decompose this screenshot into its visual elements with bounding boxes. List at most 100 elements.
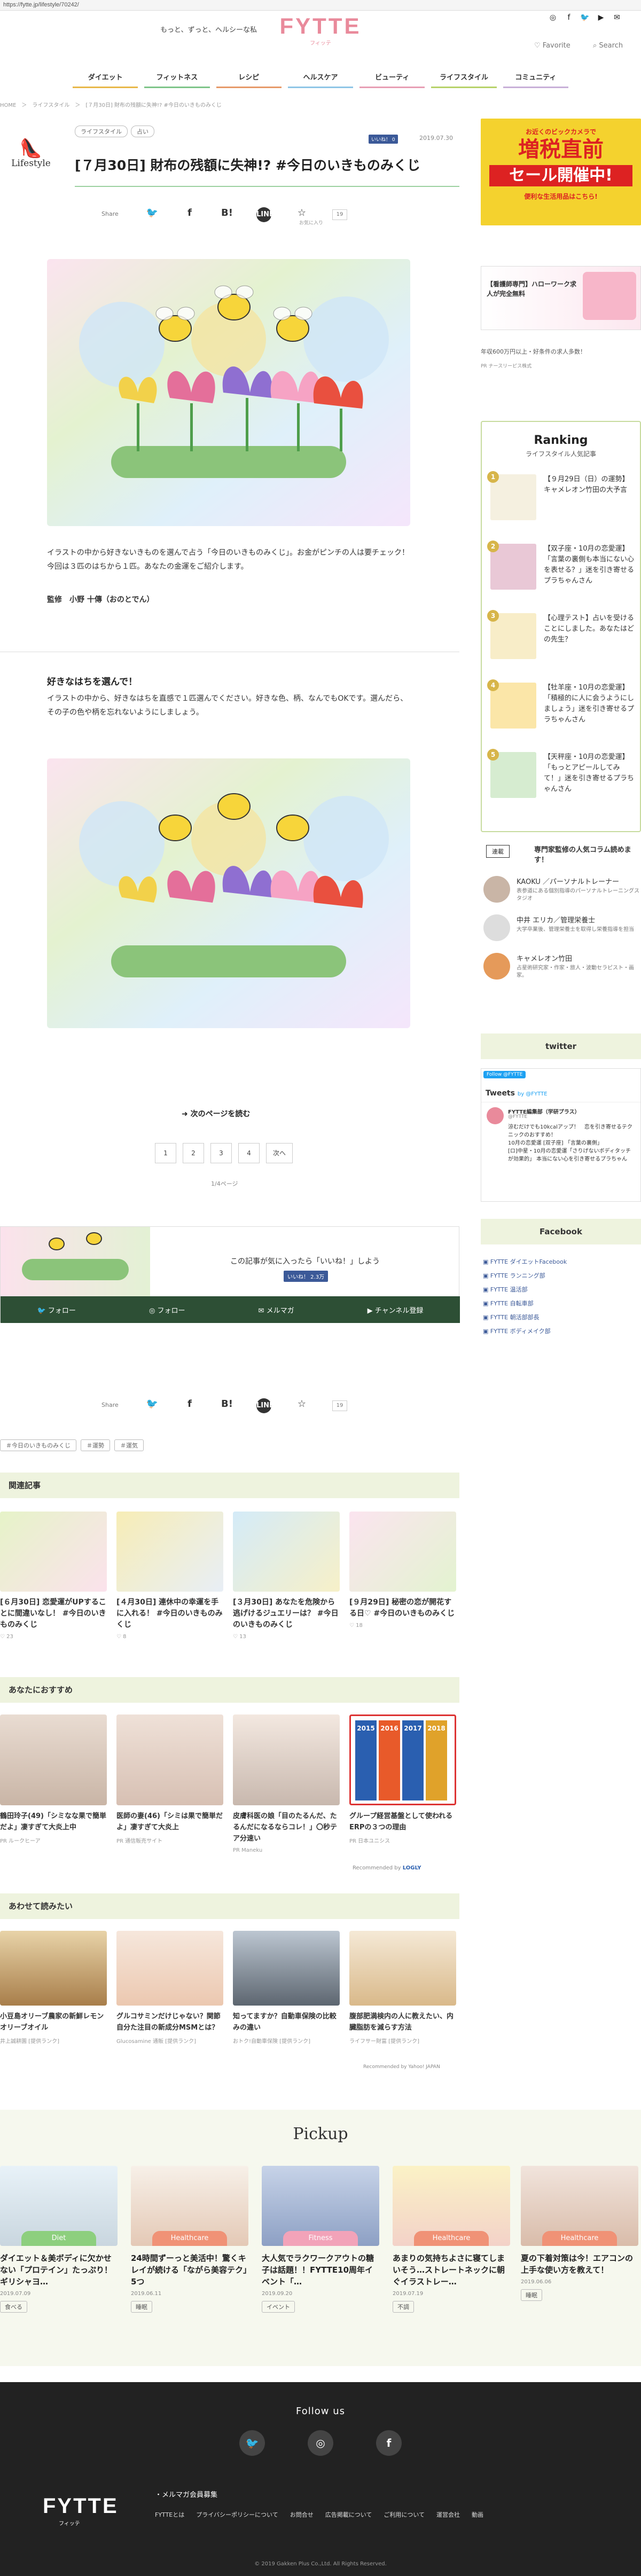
pickup-tag[interactable]: 不調 bbox=[393, 2301, 414, 2313]
youtube-icon[interactable]: ▶ bbox=[596, 13, 606, 22]
twitter-icon[interactable]: 🐦 bbox=[580, 13, 590, 22]
nav-item[interactable]: フィットネス bbox=[141, 71, 213, 88]
nav-item[interactable]: ヘルスケア bbox=[285, 71, 356, 88]
alsoread-card[interactable]: 小豆島オリーブ農家の新鮮レモンオリーブオイル 井上誠耕園 [提供ランク] bbox=[0, 1931, 107, 2045]
favorite-link[interactable]: ♡ Favorite bbox=[534, 42, 570, 50]
nav-item[interactable]: レシピ bbox=[213, 71, 285, 88]
alsoread-source: Glucosamine 通販 [提供ランク] bbox=[116, 2039, 196, 2045]
hatena-share-icon[interactable]: B! bbox=[219, 1398, 235, 1413]
like-prompt-badge[interactable]: いいね！ 2.3万 bbox=[284, 1271, 329, 1282]
page-next[interactable]: 次へ bbox=[266, 1143, 293, 1163]
ranking-item[interactable]: 1 【９月29日（日）の運勢】キャメレオン竹田の大予言 bbox=[487, 471, 635, 533]
recommend-card[interactable]: 鶴田玲子(49)「シミなな果で簡単だよ」凄すぎて大炎上中 PR ルークヒーア bbox=[0, 1714, 107, 1844]
related-card[interactable]: [６月30日] 恋愛運がUPすることに間違いなし！ #今日のいきものみくじ ♡ … bbox=[0, 1512, 107, 1640]
columnist-item[interactable]: KAOKU ／パーソナルトレーナー 表参道にある個別指導のパーソナルトレーニング… bbox=[483, 876, 641, 908]
newsletter-link[interactable]: ・メルマガ会員募集 bbox=[155, 2489, 217, 2499]
ad-banner-nurse[interactable]: 【看護師専門】ハローワーク求人が完全無料 bbox=[481, 266, 641, 330]
ranking-item[interactable]: 4 【牡羊座・10月の恋愛運】「積極的に人に会うようにしましょう」迷を引き寄せるプ… bbox=[487, 679, 635, 741]
recommend-title: 医師の妻(46)「シミは果で簡単だよ」凄すぎて大炎上 bbox=[116, 1812, 223, 1831]
ad-banner-biccamera[interactable]: お近くのビックカメラで 増税直前 セール開催中! 便利な生活用品はこちら! bbox=[481, 119, 641, 225]
nav-item[interactable]: ダイエット bbox=[69, 71, 141, 88]
alsoread-thumb bbox=[233, 1931, 340, 2006]
pickup-card[interactable]: Healthcare 夏の下着対策は今！エアコンの上手な使い方を教えて！ 201… bbox=[521, 2166, 638, 2301]
footer-link[interactable]: お問合せ bbox=[290, 2510, 314, 2519]
pickup-tag[interactable]: 睡眠 bbox=[131, 2301, 152, 2313]
hatena-share-icon[interactable]: B! bbox=[219, 207, 235, 222]
footer-link[interactable]: FYTTEとは bbox=[155, 2510, 184, 2519]
mail-icon[interactable]: ✉ bbox=[612, 13, 622, 22]
twitter-icon[interactable]: 🐦 bbox=[239, 2430, 265, 2456]
nav-item[interactable]: コミュニティ bbox=[500, 71, 572, 88]
columnist-item[interactable]: 中井 エリカ／管理栄養士 大学卒業後、管理栄養士を取得し栄養指導を担当 bbox=[483, 914, 641, 946]
ranking-item[interactable]: 3 【心理テスト】占いを受けることにしました。あなたはどの先生？ bbox=[487, 610, 635, 672]
supervisor-name[interactable]: 小野 十傳（おのとでん） bbox=[69, 596, 154, 604]
facebook-icon[interactable]: f bbox=[564, 13, 574, 22]
yahoo-recommended: Recommended by Yahoo! JAPAN bbox=[363, 2064, 440, 2070]
tag-lifestyle[interactable]: ライフスタイル bbox=[75, 126, 128, 137]
pickup-card[interactable]: Diet ダイエット＆美ボディに欠かせない「プロテイン」たっぷり！ギリシャヨ… … bbox=[0, 2166, 118, 2313]
pickup-card[interactable]: Healthcare 24時間ずーっと美活中！驚くキレイが続ける「ながら美容テク… bbox=[131, 2166, 248, 2313]
pickup-tag[interactable]: 睡眠 bbox=[521, 2289, 542, 2301]
bookmark-icon[interactable]: ☆ bbox=[294, 1398, 310, 1413]
facebook-icon[interactable]: f bbox=[376, 2430, 402, 2456]
line-share-icon[interactable]: LINE bbox=[256, 1398, 274, 1413]
related-card[interactable]: [９月29日] 秘密の恋が開花する日♡ #今日のいきものみくじ ♡ 18 bbox=[349, 1512, 456, 1628]
footer-link[interactable]: 広告掲載について bbox=[325, 2510, 372, 2519]
hashtag-item[interactable]: ＃運気 bbox=[114, 1439, 144, 1451]
twitter-follow-btn[interactable]: Follow @FYTTE bbox=[483, 1071, 526, 1078]
next-page-link[interactable]: ➜ 次のページを読む bbox=[182, 1108, 250, 1119]
alsoread-card[interactable]: 腹部肥満検内の人に教えたい、内臓脂肪を減らす方法 ライフサー財富 [提供ランク] bbox=[349, 1931, 456, 2045]
footer-link[interactable]: 運営会社 bbox=[436, 2510, 460, 2519]
nav-item[interactable]: ライフスタイル bbox=[428, 71, 499, 88]
page-1[interactable]: 1 bbox=[155, 1143, 176, 1163]
facebook-link[interactable]: ▣ FYTTE ランニング部 bbox=[483, 1269, 641, 1283]
pickup-tag[interactable]: イベント bbox=[262, 2301, 295, 2313]
newsletter-button[interactable]: ✉ メルマガ bbox=[259, 1305, 294, 1315]
twitter-follow-button[interactable]: 🐦 フォロー bbox=[37, 1305, 76, 1315]
footer-link[interactable]: プライバシーポリシーについて bbox=[196, 2510, 278, 2519]
footer-link[interactable]: ご利用について bbox=[384, 2510, 425, 2519]
instagram-icon[interactable]: ◎ bbox=[548, 13, 558, 22]
alsoread-card[interactable]: 知ってますか？自動車保険の比較みの違い おトク!自動車保険 [提供ランク] bbox=[233, 1931, 340, 2045]
page-3[interactable]: 3 bbox=[210, 1143, 232, 1163]
page-2[interactable]: 2 bbox=[183, 1143, 204, 1163]
ranking-item[interactable]: 5 【天秤座・10月の恋愛運】「もっとアピールしてみて！」迷を引き寄せるプラちゃん… bbox=[487, 749, 635, 811]
site-logo[interactable]: FYTTE bbox=[278, 14, 363, 38]
youtube-subscribe-button[interactable]: ▶ チャンネル登録 bbox=[368, 1305, 424, 1315]
like-badge[interactable]: いいね！ 0 bbox=[369, 135, 398, 144]
twitter-share-icon[interactable]: 🐦 bbox=[144, 207, 160, 222]
related-card[interactable]: [３月30日] あなたを危険から逃げけるジュエリーは？ #今日のいきものみくじ … bbox=[233, 1512, 340, 1640]
hashtag-item[interactable]: ＃運勢 bbox=[81, 1439, 110, 1451]
nav-item[interactable]: ビューティ bbox=[356, 71, 428, 88]
address-bar[interactable]: https://fytte.jp/lifestyle/70242/ bbox=[0, 0, 641, 11]
facebook-link[interactable]: ▣ FYTTE 朝活部部長 bbox=[483, 1311, 641, 1325]
facebook-link[interactable]: ▣ FYTTE ボディメイク部 bbox=[483, 1325, 641, 1338]
ranking-box: Ranking ライフスタイル人気記事 1 【９月29日（日）の運勢】キャメレオン… bbox=[481, 421, 641, 832]
pickup-card[interactable]: Healthcare あまりの気持ちよさに寝てしまいそう…ストレートネックに朝ぐ… bbox=[393, 2166, 510, 2313]
facebook-link[interactable]: ▣ FYTTE 自転車部 bbox=[483, 1297, 641, 1311]
facebook-link[interactable]: ▣ FYTTE 温活部 bbox=[483, 1283, 641, 1297]
recommend-card[interactable]: 2015 2016 2017 2018 グループ経営基盤として使われるERPの３… bbox=[349, 1714, 456, 1844]
related-card[interactable]: [４月30日] 連休中の幸運を手に入れる！ #今日のいきものみくじ ♡ 8 bbox=[116, 1512, 223, 1640]
instagram-icon[interactable]: ◎ bbox=[308, 2430, 333, 2456]
hashtag-item[interactable]: ＃今日のいきものみくじ bbox=[0, 1439, 76, 1451]
facebook-link[interactable]: ▣ FYTTE ダイエットFacebook bbox=[483, 1255, 641, 1269]
alsoread-card[interactable]: グルコサミンだけじゃない？関節自分た注目の新成分MSMとは？ Glucosami… bbox=[116, 1931, 223, 2045]
line-share-icon[interactable]: LINE bbox=[256, 207, 274, 222]
twitter-share-icon[interactable]: 🐦 bbox=[144, 1398, 160, 1413]
tag-fortune[interactable]: 占い bbox=[131, 126, 154, 137]
facebook-share-icon[interactable]: f bbox=[182, 1398, 198, 1413]
recommend-card[interactable]: 皮膚科医の娘「目のたるんだ、たるんだになるならコレ！」〇秒テア分速い PR Ma… bbox=[233, 1714, 340, 1853]
pickup-tag[interactable]: 食べる bbox=[0, 2301, 27, 2313]
instagram-follow-button[interactable]: ◎ フォロー bbox=[149, 1305, 185, 1315]
search-link[interactable]: ⌕ Search bbox=[593, 42, 623, 50]
columnist-item[interactable]: キャメレオン竹田 占星術研究家・作家・旅人・波動セラピスト・画家。 bbox=[483, 953, 641, 985]
ranking-item[interactable]: 2 【双子座・10月の恋愛運】「言葉の裏側も本当にない心を表せる？」迷を引き寄せる… bbox=[487, 541, 635, 602]
facebook-share-icon[interactable]: f bbox=[182, 207, 198, 222]
recommend-card[interactable]: 医師の妻(46)「シミは果で簡単だよ」凄すぎて大炎上 PR 通信販売サイト bbox=[116, 1714, 223, 1844]
pickup-card[interactable]: Fitness 大人気でラクワークアウトの糖子は話題！！FYTTE10周年イベン… bbox=[262, 2166, 379, 2313]
footer-link[interactable]: 動画 bbox=[472, 2510, 483, 2519]
footer-logo[interactable]: FYTTE bbox=[43, 2494, 119, 2518]
page-4[interactable]: 4 bbox=[238, 1143, 260, 1163]
recommended-by[interactable]: Recommended by LOGLY bbox=[353, 1865, 421, 1871]
